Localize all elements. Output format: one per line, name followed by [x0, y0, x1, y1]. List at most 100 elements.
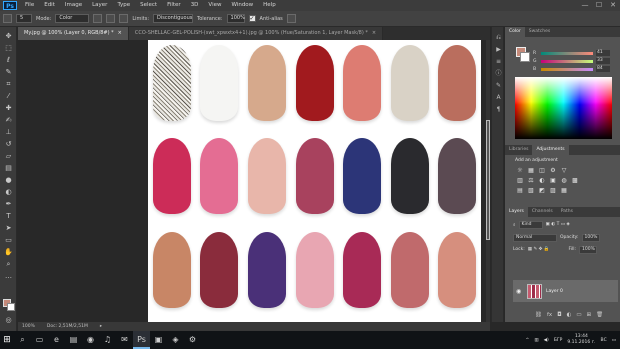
adjustment-icon[interactable]: ▩: [570, 176, 580, 185]
trash-icon[interactable]: 🗑: [596, 312, 603, 318]
link-icon[interactable]: ⛓: [535, 312, 542, 318]
shape-tool-icon[interactable]: ▭: [3, 235, 14, 245]
menu-file[interactable]: File: [20, 0, 39, 11]
taskbar-app-icon[interactable]: ♫: [99, 331, 116, 349]
nail-swatch[interactable]: [295, 232, 334, 308]
marquee-tool-icon[interactable]: ⬚: [3, 43, 14, 53]
type-tool-icon[interactable]: T: [3, 211, 14, 221]
taskbar-app-icon[interactable]: Ps: [133, 331, 150, 349]
tab-libraries[interactable]: Libraries: [505, 145, 532, 155]
slider-b[interactable]: B 84: [533, 66, 618, 72]
dodge-tool-icon[interactable]: ◐: [3, 187, 14, 197]
adjustment-icon[interactable]: [581, 176, 591, 185]
adjustment-icon[interactable]: ▧: [526, 186, 536, 195]
info-icon[interactable]: ⓘ: [494, 69, 503, 78]
move-tool-icon[interactable]: ✥: [3, 31, 14, 41]
background-color-swatch[interactable]: [520, 52, 530, 62]
adjustment-icon[interactable]: ▦: [526, 166, 536, 175]
close-button[interactable]: ✕: [606, 0, 620, 11]
close-tab-icon[interactable]: ×: [118, 30, 122, 36]
menu-view[interactable]: View: [203, 0, 226, 11]
sample-once-icon[interactable]: [106, 14, 116, 23]
color-spectrum[interactable]: [515, 77, 612, 139]
history-brush-tool-icon[interactable]: ↺: [3, 139, 14, 149]
zoom-tool-icon[interactable]: ⌕: [3, 259, 14, 269]
adjustment-icon[interactable]: ◍: [559, 176, 569, 185]
brush-size-picker[interactable]: 5: [16, 14, 32, 23]
scrollbar-thumb[interactable]: [486, 120, 490, 240]
nail-swatch[interactable]: [343, 232, 382, 308]
menu-window[interactable]: Window: [226, 0, 258, 11]
clock[interactable]: 13:44 9.11.2016 г.: [567, 334, 595, 346]
adjustment-icon[interactable]: [570, 186, 580, 195]
tool-preset-icon[interactable]: [3, 14, 12, 23]
limits-select[interactable]: Discontiguous: [153, 14, 193, 23]
new-layer-icon[interactable]: ⊞: [587, 312, 592, 318]
lock-icons[interactable]: ▦ ✎ ✥ 🔒: [528, 247, 550, 252]
taskbar-app-icon[interactable]: ▤: [65, 331, 82, 349]
tolerance-input[interactable]: 100%: [226, 14, 245, 23]
background-color-swatch[interactable]: [7, 303, 15, 311]
adjustment-icon[interactable]: ☼: [515, 166, 525, 175]
paragraph-icon[interactable]: ¶: [494, 105, 503, 114]
slider-track[interactable]: [541, 67, 593, 71]
brush-tool-icon[interactable]: ✍: [3, 115, 14, 125]
adjustment-icon[interactable]: ⚖: [526, 176, 536, 185]
menu-help[interactable]: Help: [258, 0, 281, 11]
nail-swatch[interactable]: [152, 232, 191, 308]
taskbar-app-icon[interactable]: ▭: [31, 331, 48, 349]
menu-image[interactable]: Image: [60, 0, 87, 11]
slider-value[interactable]: 41: [596, 50, 610, 56]
quick-mask-icon[interactable]: ◎: [3, 315, 14, 325]
tab-paths[interactable]: Paths: [557, 207, 577, 217]
more-tools-icon[interactable]: …: [3, 271, 14, 281]
slider-g[interactable]: G 33: [533, 58, 618, 64]
taskbar-app-icon[interactable]: ✉: [116, 331, 133, 349]
canvas-area[interactable]: [18, 40, 490, 322]
close-tab-icon[interactable]: ×: [372, 30, 376, 36]
adjustment-icon[interactable]: ◐: [537, 176, 547, 185]
taskbar-app-icon[interactable]: ⚙: [184, 331, 201, 349]
character-icon[interactable]: A: [494, 93, 503, 102]
gradient-tool-icon[interactable]: ▤: [3, 163, 14, 173]
adjustment-icon[interactable]: [581, 186, 591, 195]
lasso-tool-icon[interactable]: ℓ: [3, 55, 14, 65]
adjustment-icon[interactable]: ▤: [515, 186, 525, 195]
nail-swatch[interactable]: [152, 45, 191, 121]
status-arrow-icon[interactable]: ▸: [100, 324, 102, 329]
opacity-input[interactable]: 100%: [581, 233, 600, 242]
fx-icon[interactable]: fx: [547, 312, 552, 318]
maximize-button[interactable]: ☐: [592, 0, 606, 11]
blend-mode-select[interactable]: Normal: [513, 233, 557, 242]
tray-arrow-icon[interactable]: ^: [526, 338, 530, 343]
brush-presets-icon[interactable]: ✎: [494, 81, 503, 90]
kind-select[interactable]: Kind: [518, 220, 543, 229]
adjustment-icon[interactable]: ▦: [559, 186, 569, 195]
layer-thumbnail[interactable]: [527, 283, 542, 299]
taskbar-app-icon[interactable]: ⌕: [14, 331, 31, 349]
actions-icon[interactable]: ▶: [494, 45, 503, 54]
tab-swatches[interactable]: Swatches: [525, 27, 555, 37]
language-indicator[interactable]: БГР: [554, 338, 563, 343]
adjustment-icon[interactable]: [581, 166, 591, 175]
nail-swatch[interactable]: [390, 232, 429, 308]
slider-value[interactable]: 84: [596, 66, 610, 72]
document-canvas[interactable]: [148, 40, 481, 322]
network-icon[interactable]: ▥: [534, 338, 538, 343]
adjustment-icon[interactable]: ⚙: [548, 166, 558, 175]
pen-tool-icon[interactable]: ✒: [3, 199, 14, 209]
tab-layers[interactable]: Layers: [505, 207, 528, 217]
layer-row[interactable]: ◉ Layer 0: [513, 280, 618, 302]
nail-swatch[interactable]: [438, 232, 477, 308]
zoom-level[interactable]: 100%: [22, 324, 35, 329]
nail-swatch[interactable]: [343, 45, 382, 121]
nail-swatch[interactable]: [152, 138, 191, 214]
antialias-checkbox[interactable]: ✓: [248, 15, 256, 22]
layer-name[interactable]: Layer 0: [546, 289, 563, 294]
adjustment-icon[interactable]: ◫: [537, 166, 547, 175]
vertical-scrollbar[interactable]: [486, 40, 490, 322]
group-icon[interactable]: ▭: [576, 312, 581, 318]
adjustment-icon[interactable]: ▣: [548, 176, 558, 185]
mask-icon[interactable]: ◘: [557, 312, 561, 318]
adjustment-icon[interactable]: [570, 166, 580, 175]
